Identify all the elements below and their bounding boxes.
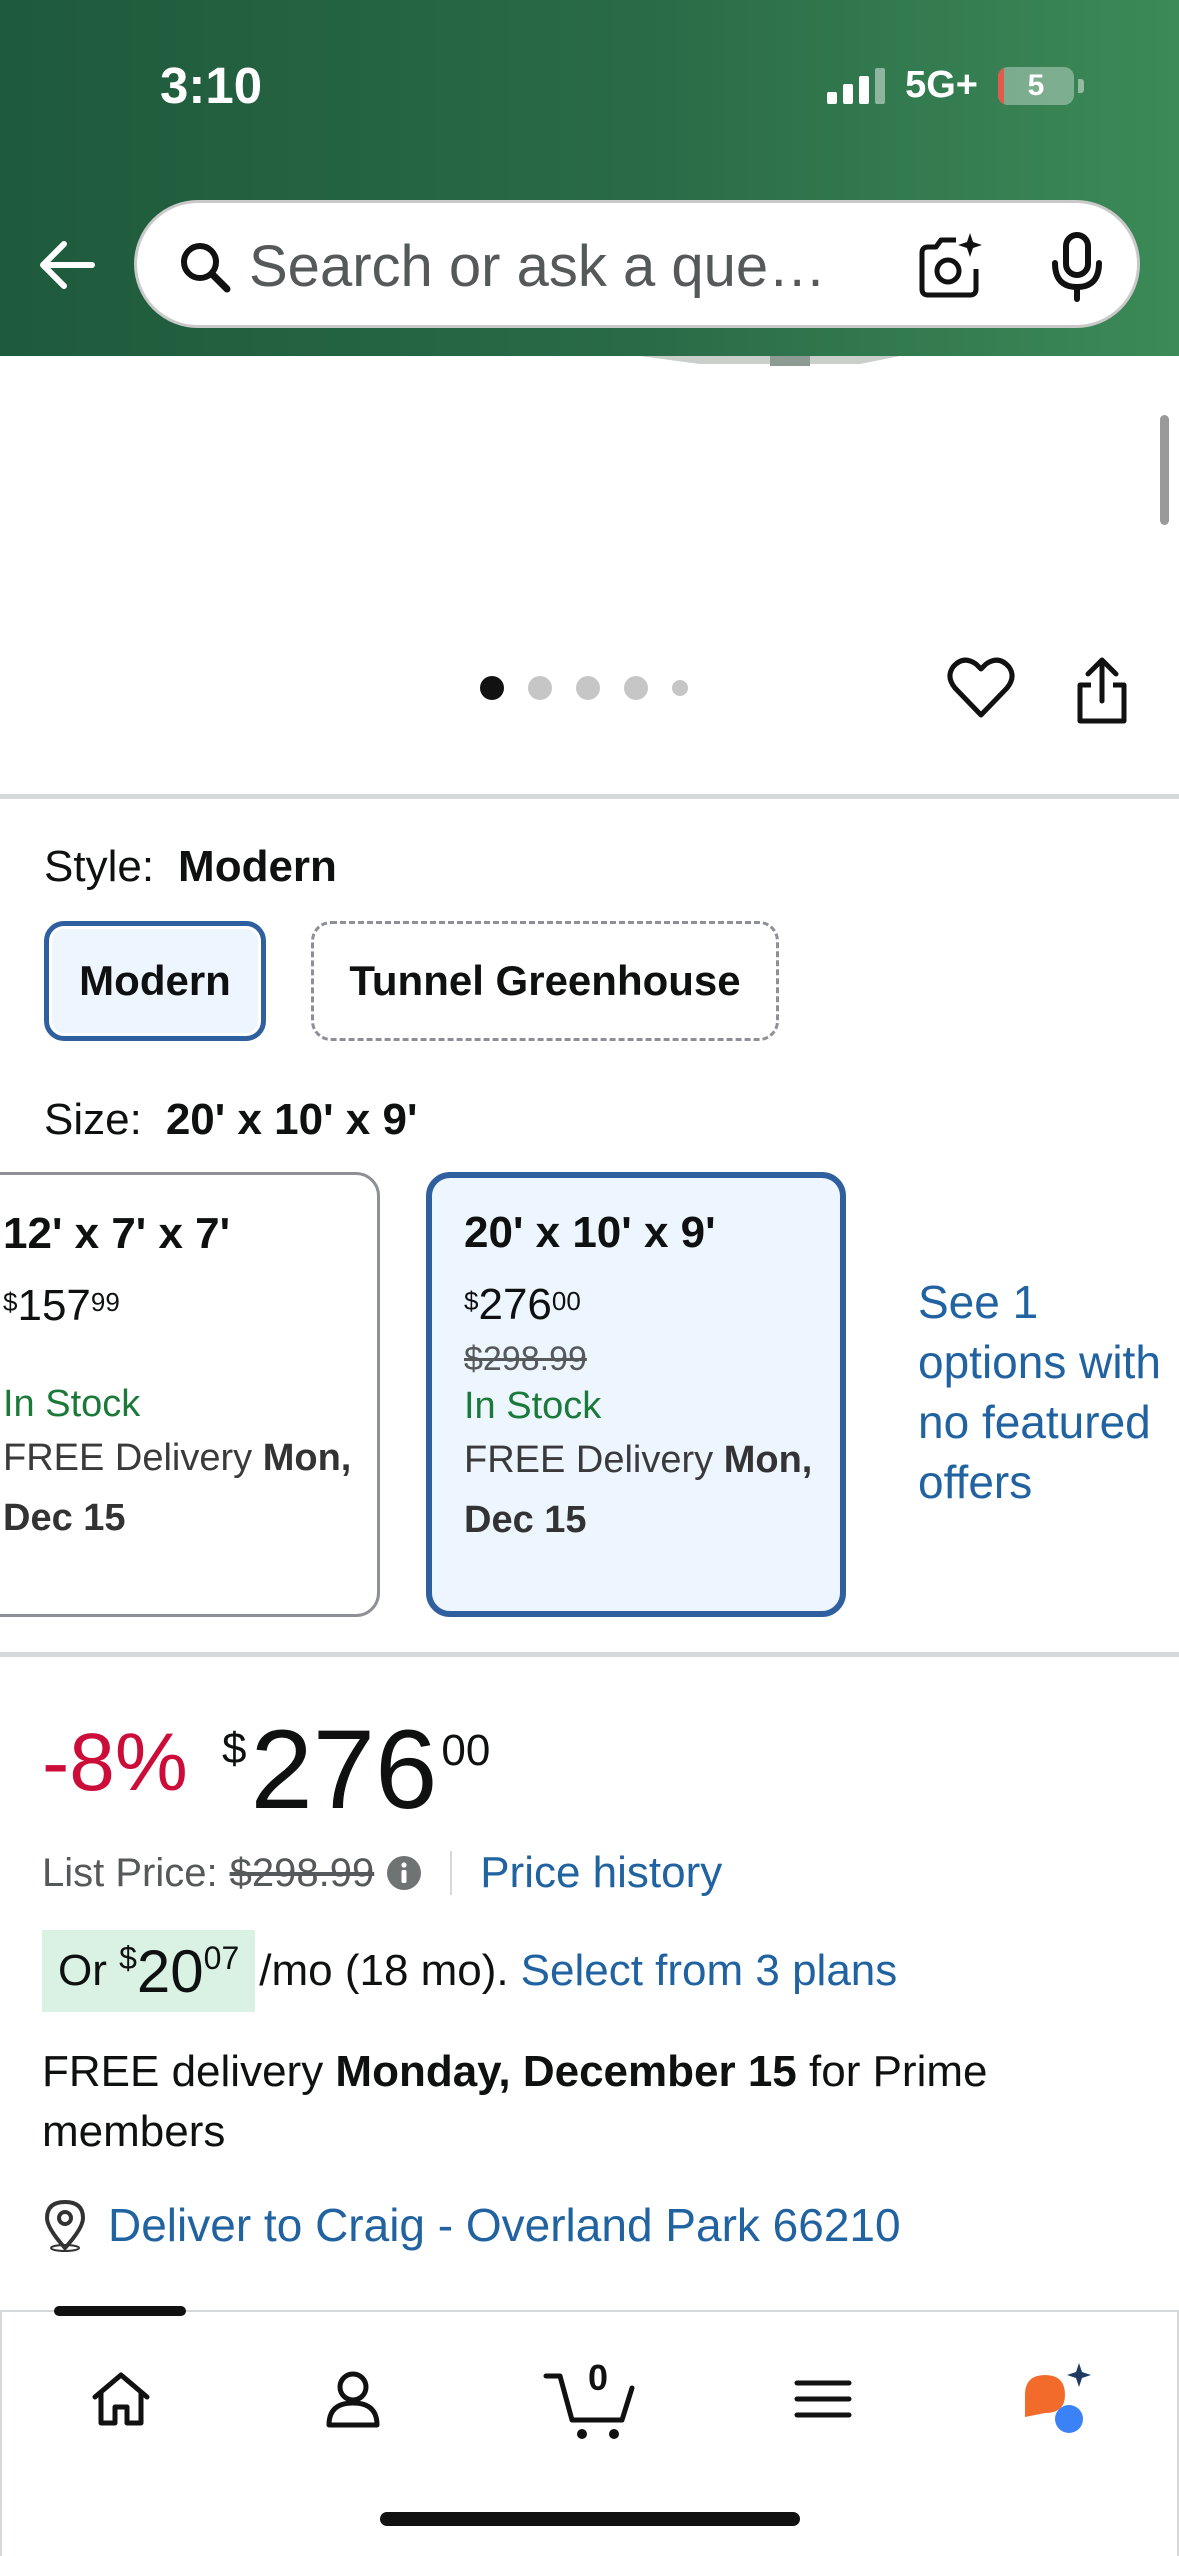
list-price-label: List Price: xyxy=(42,1850,218,1895)
style-label-text: Style: xyxy=(44,842,155,891)
monthly-price-badge: Or $ 20 07 xyxy=(42,1930,256,2012)
discount-percent: -8% xyxy=(42,1717,188,1808)
nav-menu[interactable] xyxy=(778,2354,868,2444)
rufus-icon xyxy=(1025,2363,1091,2433)
signal-icon xyxy=(827,67,886,104)
share-icon[interactable] xyxy=(1072,655,1132,727)
style-selected-value: Modern xyxy=(178,842,337,891)
price-whole: 276 xyxy=(250,1707,438,1832)
carousel-dot[interactable] xyxy=(576,676,600,700)
carousel-dot[interactable] xyxy=(480,676,504,700)
battery-level: 5 xyxy=(1027,68,1045,102)
delivery-info: FREE Delivery Mon, Dec 15 xyxy=(464,1430,864,1550)
monthly-term: /mo (18 mo). xyxy=(259,1946,509,1995)
nav-rufus[interactable] xyxy=(1012,2354,1102,2444)
status-time: 3:10 xyxy=(160,57,263,114)
monthly-symbol: $ xyxy=(119,1940,137,1976)
separator xyxy=(450,1851,453,1895)
back-arrow-icon[interactable] xyxy=(34,232,100,298)
section-divider xyxy=(0,1652,1179,1657)
heart-icon[interactable] xyxy=(946,655,1016,721)
price-cents: 99 xyxy=(90,1287,120,1317)
delivery-date: Monday, December 15 xyxy=(335,2047,797,2096)
cart-count: 0 xyxy=(588,2357,608,2398)
section-divider xyxy=(0,794,1179,799)
delivery-info: FREE Delivery Mon, Dec 15 xyxy=(3,1428,403,1548)
monthly-prefix: Or xyxy=(58,1946,120,1995)
delivery-prefix: FREE Delivery xyxy=(3,1437,263,1479)
stock-status: In Stock xyxy=(3,1383,141,1425)
search-input[interactable]: Search or ask a que… xyxy=(249,233,826,300)
deliver-to-text[interactable]: Deliver to Craig - Overland Park 66210 xyxy=(108,2198,901,2252)
stock-status: In Stock xyxy=(464,1385,602,1427)
current-price: $ 276 00 xyxy=(222,1710,490,1830)
battery-tip xyxy=(1078,78,1084,93)
carousel-dot[interactable] xyxy=(624,676,648,700)
size-option-20x10x9[interactable]: 20' x 10' x 9' $276 00 $298.99 In Stock F… xyxy=(426,1172,846,1617)
price-history-link[interactable]: Price history xyxy=(480,1848,722,1898)
image-carousel-dots[interactable] xyxy=(480,676,688,700)
style-option-tunnel-greenhouse[interactable]: Tunnel Greenhouse xyxy=(311,921,779,1041)
microphone-icon[interactable] xyxy=(1042,229,1112,305)
monthly-payment-row: Or $ 20 07 /mo (18 mo). Select from 3 pl… xyxy=(42,1930,897,2012)
size-option-12x7x7[interactable]: 12' x 7' x 7' $157 99 In Stock FREE Deliv… xyxy=(0,1172,380,1617)
price-cents: 00 xyxy=(441,1726,491,1775)
carousel-dot[interactable] xyxy=(528,676,552,700)
size-selected-value: 20' x 10' x 9' xyxy=(165,1095,418,1144)
product-image-edge xyxy=(640,356,900,366)
search-icon xyxy=(181,243,231,293)
carousel-dot[interactable] xyxy=(672,680,688,696)
price-cents: 00 xyxy=(551,1286,581,1316)
style-option-modern[interactable]: Modern xyxy=(44,921,266,1041)
see-more-options-link[interactable]: See 1 options with no featured offers xyxy=(918,1272,1179,1512)
delivery-prefix: FREE delivery xyxy=(42,2047,336,2096)
info-icon[interactable] xyxy=(386,1855,422,1891)
price-whole: 157 xyxy=(17,1281,91,1330)
monthly-whole: 20 xyxy=(136,1937,204,2005)
delivery-prefix: FREE Delivery xyxy=(464,1439,724,1481)
list-price-row: List Price: $298.99 Price history xyxy=(42,1848,722,1898)
cart-icon: 0 xyxy=(543,2357,635,2439)
price-symbol: $ xyxy=(3,1287,18,1317)
scrollbar[interactable] xyxy=(1160,415,1169,525)
status-indicators: 5G+ 5 xyxy=(827,64,1084,107)
price-symbol: $ xyxy=(464,1286,479,1316)
size-option-price: $276 00 xyxy=(464,1280,864,1330)
select-plans-link[interactable]: Select from 3 plans xyxy=(521,1946,898,1996)
nav-home[interactable] xyxy=(76,2354,166,2444)
size-label-text: Size: xyxy=(44,1095,142,1144)
home-indicator[interactable] xyxy=(380,2512,800,2526)
price-whole: 276 xyxy=(478,1280,552,1329)
free-delivery-text: FREE delivery Monday, December 15 for Pr… xyxy=(42,2042,1122,2162)
nav-cart[interactable]: 0 xyxy=(542,2354,642,2444)
monthly-cents: 07 xyxy=(203,1940,240,1976)
account-icon xyxy=(326,2371,380,2428)
size-option-price: $157 99 xyxy=(3,1281,403,1331)
active-tab-indicator xyxy=(54,2306,186,2316)
home-icon xyxy=(92,2372,150,2426)
style-label: Style: Modern xyxy=(44,842,337,892)
menu-icon xyxy=(794,2380,852,2418)
network-type: 5G+ xyxy=(905,64,978,106)
battery-icon: 5 xyxy=(998,66,1074,105)
size-label: Size: 20' x 10' x 9' xyxy=(44,1095,417,1145)
search-bar[interactable]: Search or ask a que… xyxy=(134,200,1140,328)
list-price-value: $298.99 xyxy=(229,1850,375,1895)
price-symbol: $ xyxy=(222,1724,247,1773)
app-header: 3:10 5G+ 5 Search or ask a que… xyxy=(0,0,1179,356)
nav-account[interactable] xyxy=(308,2354,398,2444)
size-option-list-price: $298.99 xyxy=(464,1340,587,1378)
size-option-title: 12' x 7' x 7' xyxy=(3,1209,231,1258)
size-option-title: 20' x 10' x 9' xyxy=(464,1208,716,1257)
deliver-to-link[interactable]: Deliver to Craig - Overland Park 66210 xyxy=(42,2198,901,2252)
camera-search-icon[interactable] xyxy=(912,229,988,305)
location-pin-icon xyxy=(44,2199,86,2252)
